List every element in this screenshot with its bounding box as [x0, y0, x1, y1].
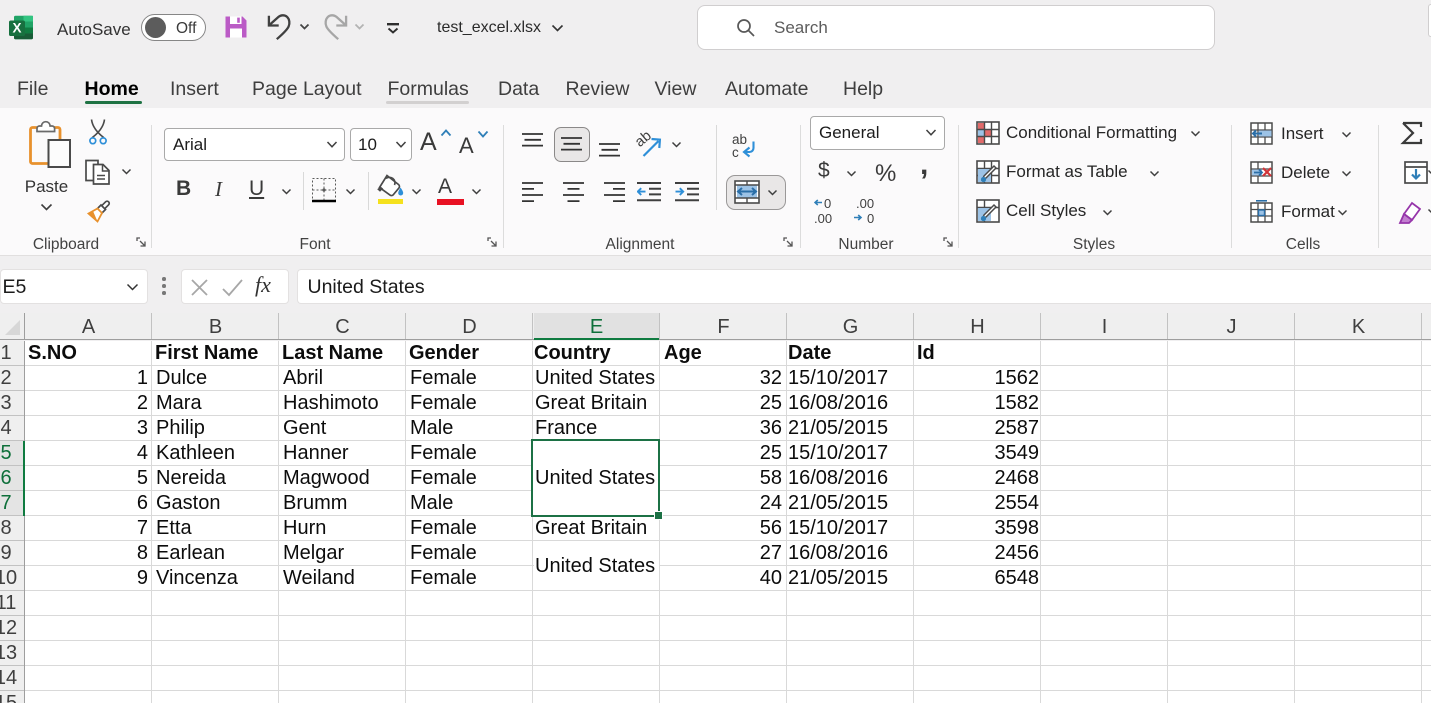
- svg-text:0: 0: [824, 197, 831, 211]
- svg-text:0: 0: [867, 211, 874, 225]
- svg-text:.00: .00: [814, 211, 832, 225]
- svg-text:X: X: [12, 21, 21, 36]
- svg-text:.00: .00: [856, 197, 874, 211]
- svg-text:c: c: [732, 145, 739, 160]
